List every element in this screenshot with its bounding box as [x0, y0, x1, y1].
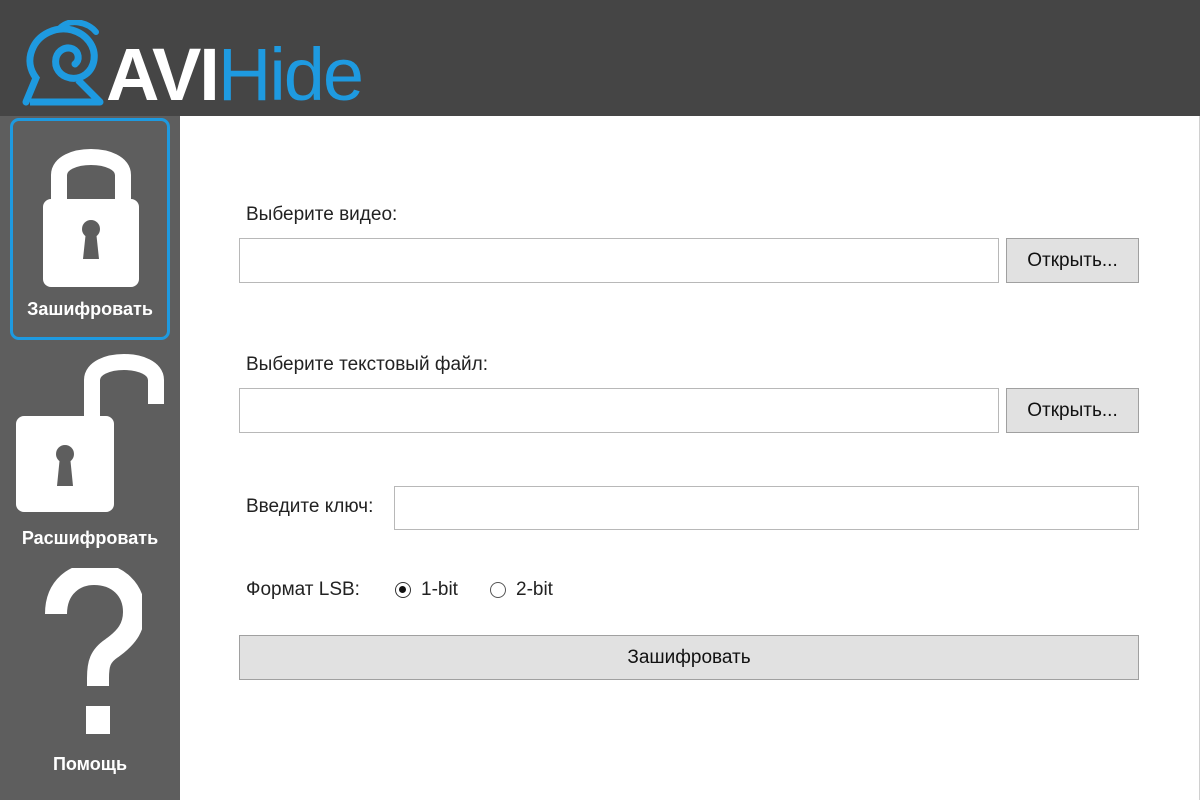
logo-hide: Hide — [217, 33, 364, 116]
logo-avi: AVI — [106, 33, 220, 116]
lsb-1bit-label[interactable]: 1-bit — [421, 579, 458, 601]
lock-open-icon — [16, 354, 164, 512]
sidebar-item-label: Зашифровать — [27, 299, 153, 319]
lsb-2bit-radio[interactable] — [490, 582, 506, 598]
app-header: AVIHide — [0, 0, 1200, 116]
app-logo: AVIHide — [20, 12, 364, 112]
sidebar-item-help[interactable]: Помощь — [10, 566, 170, 798]
lsb-format-label: Формат LSB: — [246, 579, 360, 600]
sidebar-item-label: Помощь — [52, 754, 128, 774]
key-input[interactable] — [394, 486, 1139, 530]
main-panel: Выберите видео: Открыть... Выберите текс… — [180, 116, 1200, 800]
encrypt-submit-button[interactable]: Зашифровать — [239, 635, 1139, 680]
question-mark-icon — [45, 568, 142, 734]
open-video-button[interactable]: Открыть... — [1006, 238, 1139, 283]
video-path-input[interactable] — [239, 238, 999, 283]
logo-text: AVIHide — [106, 38, 364, 112]
lsb-1bit-radio[interactable] — [395, 582, 411, 598]
sidebar-item-encrypt[interactable]: Зашифровать — [10, 118, 170, 340]
lsb-2bit-label[interactable]: 2-bit — [516, 579, 553, 601]
open-text-file-button[interactable]: Открыть... — [1006, 388, 1139, 433]
sidebar-item-label: Расшифровать — [21, 528, 159, 548]
text-file-label: Выберите текстовый файл: — [246, 354, 489, 375]
text-file-path-input[interactable] — [239, 388, 999, 433]
sidebar-item-decrypt[interactable]: Расшифровать — [10, 344, 170, 556]
sidebar: Зашифровать Расшифровать Помощь — [0, 116, 180, 800]
swirl-logo-icon — [22, 20, 104, 106]
video-label: Выберите видео: — [246, 204, 398, 225]
lock-closed-icon — [43, 149, 139, 287]
key-label: Введите ключ: — [246, 496, 374, 517]
